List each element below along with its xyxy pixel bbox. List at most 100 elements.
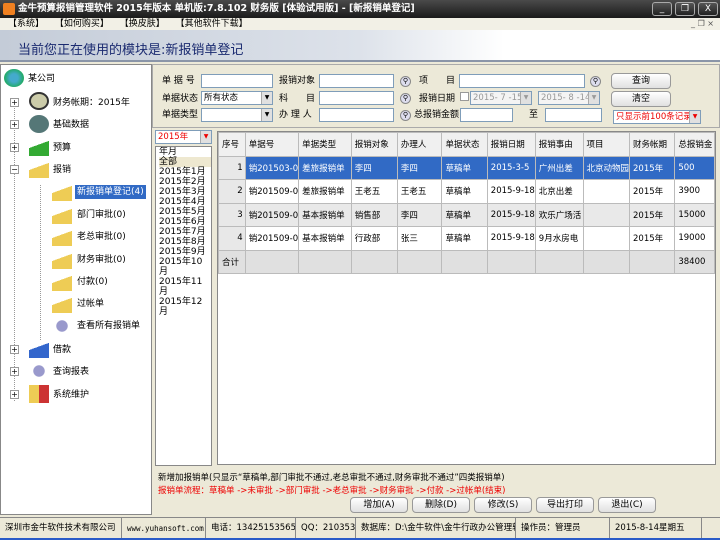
- menu-download[interactable]: 【其他软件下载】: [176, 18, 248, 30]
- menu-how-to-buy[interactable]: 【如何购买】: [55, 18, 109, 30]
- table-cell[interactable]: 2015年: [629, 226, 676, 251]
- table-row[interactable]: 4 销201509-0 基本报销单 行政部 张三 草稿单 2015-9-18 9月水房电 201…: [218, 226, 715, 251]
- record-limit-select[interactable]: 只显示前100条记录 ▼: [613, 110, 701, 124]
- table-cell[interactable]: 9月水房电: [534, 226, 584, 251]
- date-to-input[interactable]: 2015- 8 -14 ▼: [538, 91, 600, 105]
- column-header[interactable]: 序号: [218, 132, 246, 157]
- table-cell[interactable]: 王老五: [350, 179, 398, 204]
- column-header[interactable]: 单据号: [244, 132, 300, 157]
- table-cell[interactable]: 15000: [674, 202, 715, 227]
- table-cell[interactable]: 2015年: [629, 179, 676, 204]
- table-cell[interactable]: 1: [218, 155, 246, 180]
- bill-no-input[interactable]: [201, 74, 273, 88]
- amount-to-input[interactable]: [545, 108, 602, 122]
- table-cell[interactable]: 基本报销单: [298, 226, 352, 251]
- table-cell[interactable]: 2015年: [629, 202, 676, 227]
- amount-from-input[interactable]: [460, 108, 513, 122]
- export-print-button[interactable]: 导出打印: [536, 497, 594, 513]
- table-cell[interactable]: 草稿单: [441, 202, 488, 227]
- minimize-button[interactable]: _: [652, 2, 672, 16]
- tree-child-new-bill[interactable]: 新报销单登记(4): [75, 185, 146, 199]
- table-cell[interactable]: 销201503-0: [244, 155, 300, 180]
- tree-item-budget[interactable]: 预算: [53, 141, 71, 155]
- month-item[interactable]: 2015年6月: [159, 217, 211, 227]
- table-row[interactable]: 3 销201509-0 基本报销单 销售部 李四 草稿单 2015-9-18 欢乐广场活 201…: [218, 202, 715, 227]
- expander[interactable]: +: [10, 345, 19, 354]
- table-cell[interactable]: 销售部: [350, 202, 398, 227]
- project-input[interactable]: [459, 74, 585, 88]
- month-item[interactable]: 2015年7月: [159, 227, 211, 237]
- expander[interactable]: +: [10, 120, 19, 129]
- status-website[interactable]: www.yuhansoft.com: [122, 518, 206, 539]
- tree-item-period[interactable]: 财务帐期：2015年: [53, 96, 130, 110]
- tree-child-finance-approve[interactable]: 财务审批(0): [77, 253, 126, 267]
- search-icon[interactable]: ⚲: [400, 93, 411, 104]
- month-item[interactable]: 2015年3月: [159, 187, 211, 197]
- expander[interactable]: +: [10, 390, 19, 399]
- table-cell[interactable]: 销201509-0: [244, 202, 300, 227]
- maximize-button[interactable]: ❐: [675, 2, 695, 16]
- close-button[interactable]: X: [698, 2, 718, 16]
- tree-item-maintenance[interactable]: 系统维护: [53, 388, 89, 402]
- tree-child-boss-approve[interactable]: 老总审批(0): [77, 230, 126, 244]
- table-cell[interactable]: 2: [218, 179, 246, 204]
- delete-button[interactable]: 删除(D): [412, 497, 470, 513]
- table-cell[interactable]: 王老五: [396, 179, 443, 204]
- mdi-controls[interactable]: _ ❐ ×: [691, 18, 714, 30]
- column-header[interactable]: 报销事由: [534, 132, 584, 157]
- table-cell[interactable]: 欢乐广场活: [534, 202, 584, 227]
- expander[interactable]: +: [10, 143, 19, 152]
- date-checkbox[interactable]: [460, 92, 469, 101]
- table-row[interactable]: 1 销201503-0 差旅报销单 李四 李四 草稿单 2015-3-5 广州出差 北京动物园 2…: [218, 155, 715, 180]
- exit-button[interactable]: 退出(C): [598, 497, 656, 513]
- month-item[interactable]: 2015年9月: [159, 247, 211, 257]
- table-cell[interactable]: 差旅报销单: [298, 179, 352, 204]
- table-cell[interactable]: 张三: [396, 226, 443, 251]
- table-cell[interactable]: 500: [674, 155, 715, 180]
- table-cell[interactable]: 李四: [396, 155, 443, 180]
- expander[interactable]: +: [10, 98, 19, 107]
- query-button[interactable]: 查询: [611, 73, 671, 89]
- column-header[interactable]: 总报销金: [674, 132, 715, 157]
- menu-system[interactable]: 【系统】: [8, 18, 44, 30]
- tree-item-reports[interactable]: 查询报表: [53, 365, 89, 379]
- table-cell[interactable]: 行政部: [350, 226, 398, 251]
- table-cell[interactable]: 2015-9-18: [486, 226, 536, 251]
- target-input[interactable]: [319, 74, 394, 88]
- table-cell[interactable]: 2015年: [629, 155, 676, 180]
- type-select[interactable]: ▼: [201, 108, 273, 122]
- table-cell[interactable]: 2015-9-18: [486, 179, 536, 204]
- month-item[interactable]: 2015年12月: [159, 297, 211, 317]
- column-header[interactable]: 项目: [582, 132, 631, 157]
- column-header[interactable]: 报销日期: [486, 132, 536, 157]
- tree-child-dept-approve[interactable]: 部门审批(0): [77, 208, 126, 222]
- table-cell[interactable]: 差旅报销单: [298, 155, 352, 180]
- search-icon[interactable]: ⚲: [400, 110, 411, 121]
- year-select[interactable]: 2015年 ▼: [155, 130, 212, 144]
- table-cell[interactable]: 基本报销单: [298, 202, 352, 227]
- month-item[interactable]: 2015年8月: [159, 237, 211, 247]
- month-item[interactable]: 2015年4月: [159, 197, 211, 207]
- column-header[interactable]: 单据类型: [298, 132, 352, 157]
- search-icon[interactable]: ⚲: [400, 76, 411, 87]
- tree-child-view-all[interactable]: 查看所有报销单: [77, 319, 140, 333]
- table-cell[interactable]: 草稿单: [441, 155, 488, 180]
- add-button[interactable]: 增加(A): [350, 497, 408, 513]
- tree-child-payment[interactable]: 付款(0): [77, 275, 108, 289]
- table-cell[interactable]: 北京出差: [534, 179, 584, 204]
- table-cell[interactable]: 2015-9-18: [486, 202, 536, 227]
- tree-item-basic-data[interactable]: 基础数据: [53, 118, 89, 132]
- table-cell[interactable]: 草稿单: [441, 226, 488, 251]
- clear-button[interactable]: 清空: [611, 91, 671, 107]
- table-cell[interactable]: 3900: [674, 179, 715, 204]
- tree-item-reimburse[interactable]: 报销: [53, 163, 71, 177]
- search-icon[interactable]: ⚲: [590, 76, 601, 87]
- table-cell[interactable]: 19000: [674, 226, 715, 251]
- subject-input[interactable]: [319, 91, 394, 105]
- table-cell[interactable]: 草稿单: [441, 179, 488, 204]
- month-item[interactable]: 2015年1月: [159, 167, 211, 177]
- tree-item-loan[interactable]: 借款: [53, 343, 71, 357]
- table-cell[interactable]: [582, 179, 631, 204]
- table-cell[interactable]: 销201509-0: [244, 226, 300, 251]
- edit-button[interactable]: 修改(S): [474, 497, 532, 513]
